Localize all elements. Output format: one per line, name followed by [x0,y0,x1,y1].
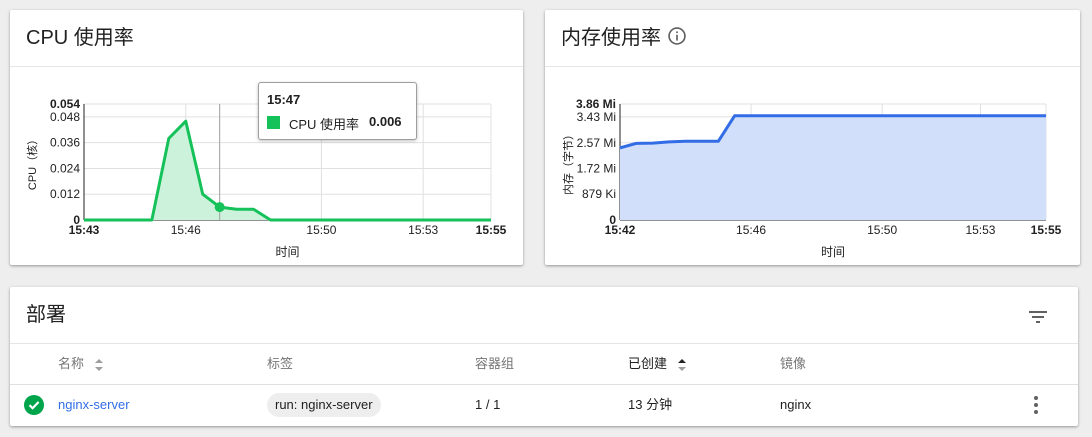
chart-tooltip: 15:47 CPU 使用率 0.006 [258,82,417,140]
deployment-name-link[interactable]: nginx-server [58,385,130,425]
column-header-name[interactable]: 名称 [58,344,104,384]
x-tick-label: 15:55 [1031,223,1062,237]
tooltip-time: 15:47 [267,92,301,107]
column-header-pods: 容器组 [475,356,515,371]
hover-point [214,202,225,213]
x-tick-label: 15:50 [306,223,336,237]
sort-icon [94,358,103,371]
table-row: nginx-server run: nginx-server 1 / 1 13 … [10,385,1078,425]
more-vert-icon[interactable] [1024,393,1048,417]
column-header-image: 镜像 [780,356,807,371]
x-tick-label: 15:53 [408,223,438,237]
series-area [620,115,1046,220]
tooltip-value: 0.006 [369,114,402,129]
y-tick-label: 879 Ki [582,187,616,201]
pods-count: 1 / 1 [475,397,501,412]
image-name: nginx [780,397,812,412]
column-header-label: 名称 [58,356,85,371]
info-icon[interactable] [667,26,687,46]
legend-swatch [267,116,280,129]
y-tick-label: 0.036 [50,136,80,150]
column-header-created[interactable]: 已创建 [628,344,687,384]
cpu-card-title: CPU 使用率 [26,27,134,49]
created-age: 13 分钟 [628,397,673,412]
x-tick-label: 15:46 [736,223,766,237]
y-tick-label: 0.024 [50,161,80,175]
x-tick-label: 15:53 [965,223,995,237]
x-tick-label: 15:42 [605,223,636,237]
label-chip: run: nginx-server [267,393,381,417]
x-tick-label: 15:55 [476,223,507,237]
y-tick-label: 0.012 [50,187,80,201]
sort-icon [677,358,686,371]
check-circle-icon [24,395,44,415]
tooltip-series: CPU 使用率 [289,117,360,132]
x-tick-label: 15:50 [867,223,897,237]
memory-usage-chart[interactable]: 0879 Ki1.72 Mi2.57 Mi3.43 Mi3.86 Mi15:42… [545,67,1080,265]
y-axis-title: CPU（核） [25,134,39,190]
x-tick-label: 15:46 [171,223,201,237]
y-tick-label: 1.72 Mi [577,161,616,175]
memory-usage-card: 内存使用率 0 879 Ki 1.72 Mi 2.57 Mi 3.43 Mi 3.86 M… [545,10,1080,265]
y-tick-label: 0.048 [50,110,80,124]
deployments-title: 部署 [26,304,66,326]
column-header-labels: 标签 [267,356,294,371]
x-tick-label: 15:43 [69,223,100,237]
y-tick-label: 3.43 Mi [577,110,616,124]
y-tick-label: 2.57 Mi [577,136,616,150]
x-axis-title: 时间 [275,245,299,259]
cpu-usage-card: CPU 使用率 0 0.012 0.024 0.036 0.048 0.054 15:43 1… [10,10,523,265]
column-header-label: 已创建 [628,356,668,371]
y-axis-title: 内存（字节） [561,129,575,195]
x-axis-title: 时间 [821,245,845,259]
y-tick-label: 3.86 Mi [576,97,616,111]
filter-icon[interactable] [1026,305,1050,329]
memory-card-title: 内存使用率 [561,27,661,49]
deployments-card: 部署 名称 标签 容器组 已创建 镜像 nginx-server run: ng… [10,287,1078,426]
y-tick-label: 0.054 [50,97,80,111]
table-header: 名称 标签 容器组 已创建 镜像 [10,344,1078,385]
